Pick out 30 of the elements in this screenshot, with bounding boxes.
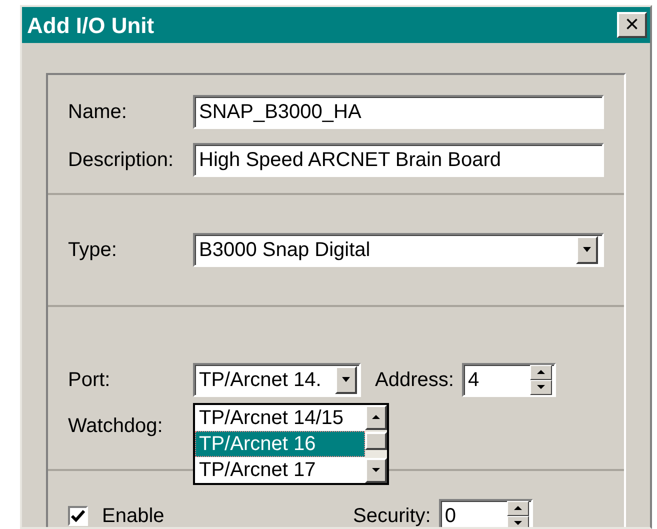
checkbox[interactable] xyxy=(68,506,88,526)
checkbox-label: Enable xyxy=(102,504,166,527)
up-arrow-icon xyxy=(372,415,380,420)
dropdown-arrow-icon xyxy=(341,377,351,383)
port-dropdown[interactable]: TP/Arcnet 14. xyxy=(193,363,361,397)
field-label: Name: xyxy=(68,100,128,125)
up-arrow-icon xyxy=(514,506,522,511)
field-label: Address: xyxy=(375,368,454,393)
list-option[interactable]: TP/Arcnet 17 xyxy=(195,457,365,483)
text-field[interactable]: High Speed ARCNET Brain Board xyxy=(193,143,604,177)
scrollbar[interactable] xyxy=(365,405,387,483)
field-label: Watchdog: xyxy=(68,414,164,439)
field-label: Description: xyxy=(68,148,175,173)
down-arrow-icon xyxy=(372,468,380,473)
down-arrow-icon xyxy=(514,521,522,526)
field-label: Security: xyxy=(353,504,431,527)
list-option[interactable]: TP/Arcnet 16 xyxy=(195,431,365,457)
field-label: Type: xyxy=(68,238,118,263)
dropdown-arrow-icon xyxy=(582,247,592,253)
down-arrow-icon xyxy=(536,385,545,390)
field-label: Port: xyxy=(68,368,112,393)
address-spinbox[interactable]: 4 xyxy=(462,363,556,397)
type-dropdown[interactable]: B3000 Snap Digital xyxy=(193,233,604,267)
close-button[interactable]: × xyxy=(617,12,647,38)
text-field[interactable]: SNAP_B3000_HA xyxy=(193,95,604,129)
scroll-thumb[interactable] xyxy=(365,432,387,450)
security-spinbox[interactable]: 0 xyxy=(438,499,533,527)
up-arrow-icon xyxy=(536,370,545,375)
window-title: Add I/O Unit xyxy=(27,12,154,40)
list-option[interactable]: TP/Arcnet 14/15 xyxy=(195,405,365,431)
